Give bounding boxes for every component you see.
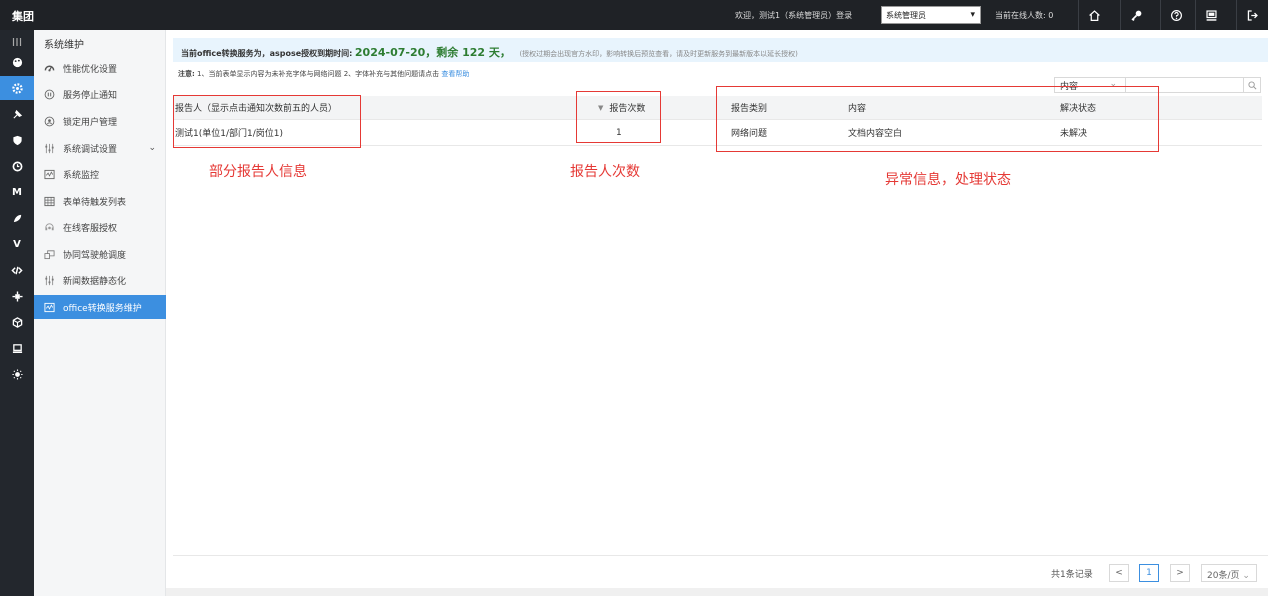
v-icon[interactable]: V [0,232,34,256]
brand-logo: 集团 [12,10,34,23]
sidebar-item-label: 表单待触发列表 [63,197,127,208]
v-icon-letter: V [13,238,21,250]
sidebar-item-locked-users[interactable]: 锁定用户管理 [34,109,166,133]
sidebar-item-online-support[interactable]: 在线客服授权 [34,215,166,239]
sidebar-item-performance[interactable]: 性能优化设置 [34,56,166,80]
chevron-down-icon: ▾ [970,10,975,20]
sidebar-item-form-trigger-list[interactable]: 表单待触发列表 [34,189,166,213]
sidebar-item-label: 服务停止通知 [63,90,118,101]
sidebar-item-label: 系统监控 [63,170,100,181]
monitor-icon[interactable] [1195,0,1227,30]
role-select-value: 系统管理员 [886,11,926,20]
shield-icon[interactable] [0,128,34,152]
sidebar-item-label: 性能优化设置 [63,64,118,75]
annotation-box-exception [716,86,1159,152]
next-page-button[interactable]: > [1170,564,1190,582]
pause-icon [43,88,55,100]
annotation-label-reporter: 部分报告人信息 [209,164,307,180]
laptop-icon[interactable] [0,336,34,360]
key-icon[interactable] [1120,0,1152,30]
note-label: 注意: [178,70,195,78]
chevron-down-icon: ⌄ [1242,571,1250,581]
m-icon-letter: M [12,186,22,198]
icon-rail: M V [0,30,34,596]
main-content: 当前office转换服务为，aspose授权到期时间: 2024-07-20，剩… [166,30,1268,596]
help-link[interactable]: 查看帮助 [441,70,469,78]
settings-icon[interactable] [0,76,34,100]
palette-icon[interactable] [0,50,34,74]
pin-icon[interactable] [0,102,34,126]
sidebar-item-label: 系统调试设置 [63,144,118,155]
bulb-icon[interactable] [0,362,34,386]
sidebar: 系统维护 性能优化设置 服务停止通知 锁定用户管理 系统调试设置 ⌄ 系统监控 … [34,30,166,596]
annotation-label-count: 报告人次数 [570,164,640,180]
total-records: 共1条记录 [1051,570,1093,580]
monitor-chart-icon [43,301,55,313]
plugin-icon[interactable] [0,284,34,308]
chart-icon[interactable] [0,206,34,230]
help-icon[interactable] [1160,0,1192,30]
m-icon[interactable]: M [0,180,34,204]
sliders-icon [43,274,55,286]
sidebar-item-office-conversion[interactable]: office转换服务维护 [34,295,166,319]
dashboard-icon [43,248,55,260]
cube-icon[interactable] [0,310,34,334]
logout-icon[interactable] [1236,0,1268,30]
sidebar-item-service-stop[interactable]: 服务停止通知 [34,82,166,106]
usage-note: 注意: 1、当前表单显示内容为未补充字体与网络问题 2、字体补充与其他问题请点击… [178,69,469,79]
annotation-box-count [576,91,661,143]
sidebar-item-label: 在线客服授权 [63,223,118,234]
annotation-label-exception: 异常信息，处理状态 [885,172,1011,188]
sidebar-title: 系统维护 [44,40,84,51]
note-text: 1、当前表单显示内容为未补充字体与网络问题 2、字体补充与其他问题请点击 [197,70,440,78]
sidebar-item-label: 新闻数据静态化 [63,276,127,287]
monitor-chart-icon [43,168,55,180]
page-size-select[interactable]: 20条/页 ⌄ [1201,564,1257,582]
welcome-text: 欢迎，测试1（系统管理员）登录 [735,11,853,20]
license-notice: 当前office转换服务为，aspose授权到期时间: 2024-07-20，剩… [173,38,1268,62]
code-icon[interactable] [0,258,34,282]
notice-expiry-date: 2024-07-20，剩余 122 天， [354,46,511,59]
chevron-down-icon[interactable]: ⌄ [148,143,156,153]
sidebar-item-label: office转换服务维护 [63,303,142,314]
lock-user-icon [43,115,55,127]
gauge-icon [43,62,55,74]
sidebar-item-news-static[interactable]: 新闻数据静态化 [34,268,166,292]
notice-prefix: 当前office转换服务为，aspose授权到期时间: [181,49,353,58]
sidebar-item-system-monitor[interactable]: 系统监控 [34,162,166,186]
annotation-box-reporter [173,95,361,148]
page-size-value: 20条/页 [1207,571,1240,581]
bottom-scroll-area [166,588,1268,596]
notice-hint: (授权过期会出现官方水印，影响转换后预览查看，请及时更新服务到最新版本以延长授权… [519,50,798,58]
search-icon[interactable] [1243,78,1260,92]
page-number-button[interactable]: 1 [1139,564,1159,582]
role-select[interactable]: 系统管理员 ▾ [881,6,981,24]
table-icon [43,195,55,207]
sliders-icon [43,142,55,154]
prev-page-button[interactable]: < [1109,564,1129,582]
home-icon[interactable] [1078,0,1110,30]
sidebar-item-label: 协同驾驶舱调度 [63,250,127,261]
pagination-bar: 共1条记录 < 1 > 20条/页 ⌄ [173,555,1268,588]
top-bar: 集团 欢迎，测试1（系统管理员）登录 系统管理员 ▾ 当前在线人数: 0 [0,0,1268,30]
sidebar-item-cockpit-schedule[interactable]: 协同驾驶舱调度 [34,242,166,266]
support-icon [43,221,55,233]
sidebar-item-debug-settings[interactable]: 系统调试设置 ⌄ [34,136,166,160]
clock-icon[interactable] [0,154,34,178]
sidebar-item-label: 锁定用户管理 [63,117,118,128]
online-count: 当前在线人数: 0 [995,11,1054,20]
